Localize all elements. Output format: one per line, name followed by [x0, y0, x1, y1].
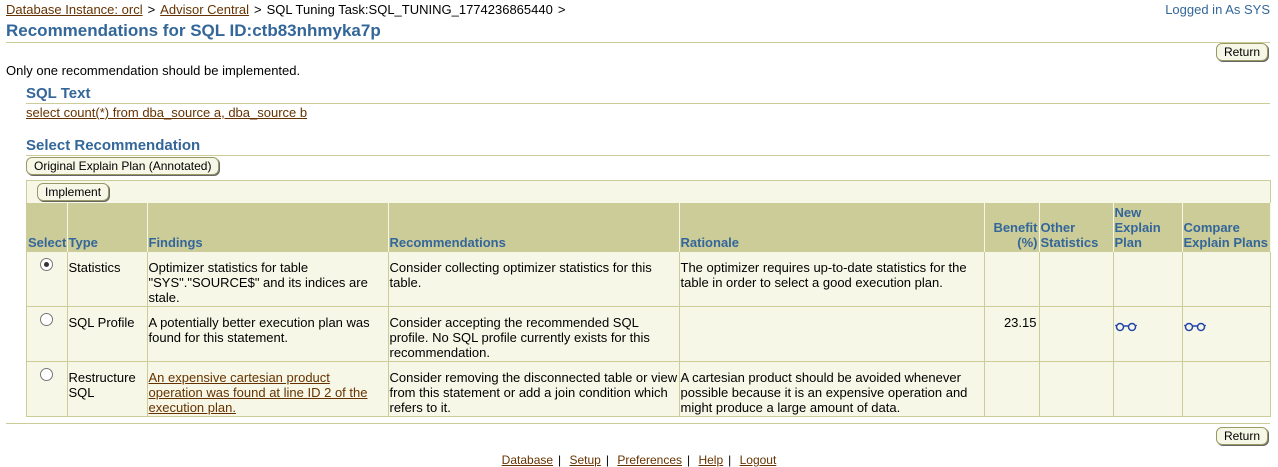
sql-text-heading: SQL Text — [26, 85, 1270, 104]
new-explain-plan-cell — [1113, 250, 1183, 306]
type-cell: Restructure SQL — [67, 360, 148, 416]
column-header-findings: Findings — [147, 203, 389, 251]
type-cell: Statistics — [67, 250, 148, 306]
column-header-recommendations: Recommendations — [388, 203, 680, 251]
column-header-benefit: Benefit (%) — [984, 203, 1040, 251]
new-explain-plan-cell — [1113, 360, 1183, 416]
recommendation-cell: Consider collecting optimizer statistics… — [388, 250, 680, 306]
select-radio[interactable] — [40, 312, 54, 326]
column-header-compare-explain-plans: Compare Explain Plans — [1182, 203, 1271, 251]
breadcrumb-separator: > — [557, 2, 566, 17]
compare-explain-plans-cell — [1182, 250, 1271, 306]
other-statistics-cell — [1039, 250, 1114, 306]
footer-links: Database | Setup | Preferences | Help | Logo… — [501, 453, 777, 467]
table-row: Restructure SQL An expensive cartesian p… — [27, 360, 1271, 416]
findings-cell: Optimizer statistics for table "SYS"."SO… — [147, 250, 389, 306]
recommendations-table-container: Implement Select Type Findings Recommend… — [26, 180, 1271, 417]
column-header-new-explain-plan: New Explain Plan — [1113, 203, 1183, 251]
compare-explain-plans-cell — [1182, 360, 1271, 416]
glasses-icon[interactable] — [1114, 320, 1137, 335]
return-button-top[interactable]: Return — [1215, 43, 1268, 61]
recommendations-table: Select Type Findings Recommendations Rat… — [27, 203, 1271, 416]
rationale-cell: A cartesian product should be avoided wh… — [679, 360, 985, 416]
sql-text-link[interactable]: select count(*) from dba_source a, dba_s… — [26, 105, 307, 120]
column-header-select: Select — [27, 203, 68, 251]
findings-link[interactable]: An expensive cartesian product operation… — [149, 370, 368, 415]
select-radio[interactable] — [40, 367, 54, 381]
breadcrumb-link-advisor-central[interactable]: Advisor Central — [160, 2, 249, 17]
breadcrumb-separator: > — [147, 2, 156, 17]
footer-link-help[interactable]: Help — [698, 453, 723, 467]
glasses-icon[interactable] — [1183, 320, 1206, 335]
column-header-other-statistics: Other Statistics — [1039, 203, 1114, 251]
findings-cell: An expensive cartesian product operation… — [147, 360, 389, 416]
recommendation-cell: Consider accepting the recommended SQL p… — [388, 305, 680, 361]
select-radio[interactable] — [40, 257, 54, 271]
benefit-cell — [984, 360, 1040, 416]
other-statistics-cell — [1039, 360, 1114, 416]
new-explain-plan-cell — [1113, 305, 1183, 361]
footer-link-preferences[interactable]: Preferences — [617, 453, 682, 467]
login-status: Logged in As SYS — [1165, 2, 1270, 17]
benefit-cell: 23.15 — [984, 305, 1040, 361]
table-row: SQL Profile A potentially better executi… — [27, 305, 1271, 361]
instruction-note: Only one recommendation should be implem… — [6, 63, 301, 78]
findings-cell: A potentially better execution plan was … — [147, 305, 389, 361]
type-cell: SQL Profile — [67, 305, 148, 361]
implement-button[interactable]: Implement — [37, 183, 110, 201]
footer-link-database[interactable]: Database — [502, 453, 553, 467]
footer-link-setup[interactable]: Setup — [570, 453, 601, 467]
column-header-type: Type — [67, 203, 148, 251]
breadcrumb-current: SQL Tuning Task:SQL_TUNING_1774236865440 — [266, 2, 553, 17]
table-row: Statistics Optimizer statistics for tabl… — [27, 250, 1271, 306]
breadcrumb-link-database-instance[interactable]: Database Instance: orcl — [6, 2, 143, 17]
compare-explain-plans-cell — [1182, 305, 1271, 361]
column-header-rationale: Rationale — [679, 203, 985, 251]
page-title: Recommendations for SQL ID:ctb83nhmyka7p — [6, 20, 1270, 43]
recommendation-cell: Consider removing the disconnected table… — [388, 360, 680, 416]
return-button-bottom[interactable]: Return — [1215, 427, 1268, 445]
breadcrumb: Database Instance: orcl > Advisor Central >… — [6, 2, 570, 17]
select-recommendation-heading: Select Recommendation — [26, 137, 1270, 156]
footer-link-logout[interactable]: Logout — [740, 453, 777, 467]
benefit-cell — [984, 250, 1040, 306]
original-explain-plan-button[interactable]: Original Explain Plan (Annotated) — [26, 157, 220, 175]
other-statistics-cell — [1039, 305, 1114, 361]
rationale-cell: The optimizer requires up-to-date statis… — [679, 250, 985, 306]
divider — [6, 423, 1270, 424]
rationale-cell — [679, 305, 985, 361]
breadcrumb-separator: > — [254, 2, 262, 17]
